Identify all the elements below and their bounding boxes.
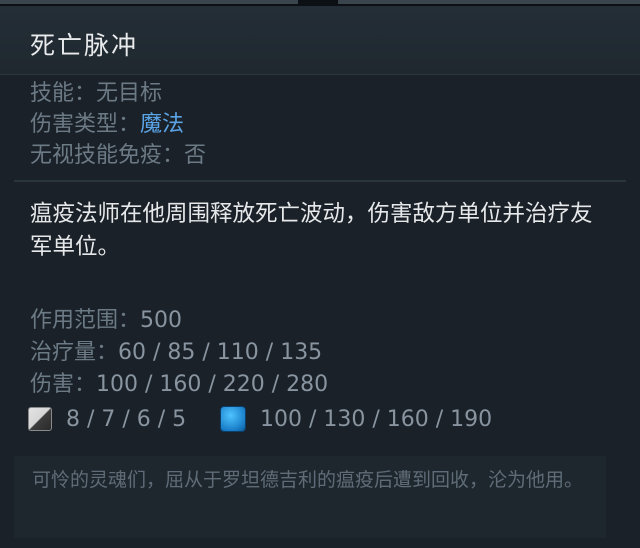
lore-box: 可怜的灵魂们，屈从于罗坦德吉利的瘟疫后遭到回收，沦为他用。 (14, 456, 606, 538)
ability-description: 瘟疫法师在他周围释放死亡波动，伤害敌方单位并治疗友军单位。 (30, 201, 593, 260)
attribute-row-pierces-immunity: 无视技能免疫：否 (30, 140, 610, 171)
mana-cost-group: 100 / 130 / 160 / 190 (220, 404, 492, 434)
stat-label: 伤害： (30, 372, 97, 397)
attribute-value: 否 (184, 143, 207, 168)
ability-name: 死亡脉冲 (30, 31, 139, 60)
top-edge-segment-left (0, 0, 298, 4)
top-edge-segment-right (338, 0, 640, 4)
ability-tooltip: 死亡脉冲 技能：无目标 伤害类型：魔法 无视技能免疫：否 瘟疫法师在他周围释放死… (0, 0, 640, 548)
cooldown-value: 8 / 7 / 6 / 5 (66, 406, 187, 432)
stat-value: 100 / 160 / 220 / 280 (96, 372, 329, 397)
ability-stats: 作用范围：500 治疗量：60 / 85 / 110 / 135 伤害：100 … (30, 305, 620, 401)
cooldown-icon (28, 407, 52, 431)
stat-label: 治疗量： (30, 340, 119, 365)
attribute-value: 无目标 (96, 81, 163, 106)
attribute-label: 无视技能免疫： (30, 143, 185, 168)
lore-text: 可怜的灵魂们，屈从于罗坦德吉利的瘟疫后遭到回收，沦为他用。 (32, 469, 584, 491)
cooldown-group: 8 / 7 / 6 / 5 (28, 404, 186, 434)
attribute-row-damage-type: 伤害类型：魔法 (30, 109, 610, 140)
stat-row-radius: 作用范围：500 (30, 305, 620, 337)
ability-attributes: 技能：无目标 伤害类型：魔法 无视技能免疫：否 (30, 78, 610, 171)
ability-costs: 8 / 7 / 6 / 5 100 / 130 / 160 / 190 (28, 404, 628, 434)
section-divider (14, 180, 626, 182)
stat-row-damage: 伤害：100 / 160 / 220 / 280 (30, 369, 620, 401)
stat-value: 500 (140, 308, 183, 333)
attribute-value-magic: 魔法 (140, 112, 185, 137)
mana-icon (220, 406, 246, 432)
stat-value: 60 / 85 / 110 / 135 (118, 340, 323, 365)
attribute-row-behavior: 技能：无目标 (30, 78, 610, 109)
tooltip-header: 死亡脉冲 (0, 6, 640, 75)
mana-cost-value: 100 / 130 / 160 / 190 (260, 406, 493, 432)
stat-label: 作用范围： (30, 308, 141, 333)
attribute-label: 伤害类型： (30, 112, 141, 137)
attribute-label: 技能： (30, 81, 97, 106)
stat-row-heal: 治疗量：60 / 85 / 110 / 135 (30, 337, 620, 369)
